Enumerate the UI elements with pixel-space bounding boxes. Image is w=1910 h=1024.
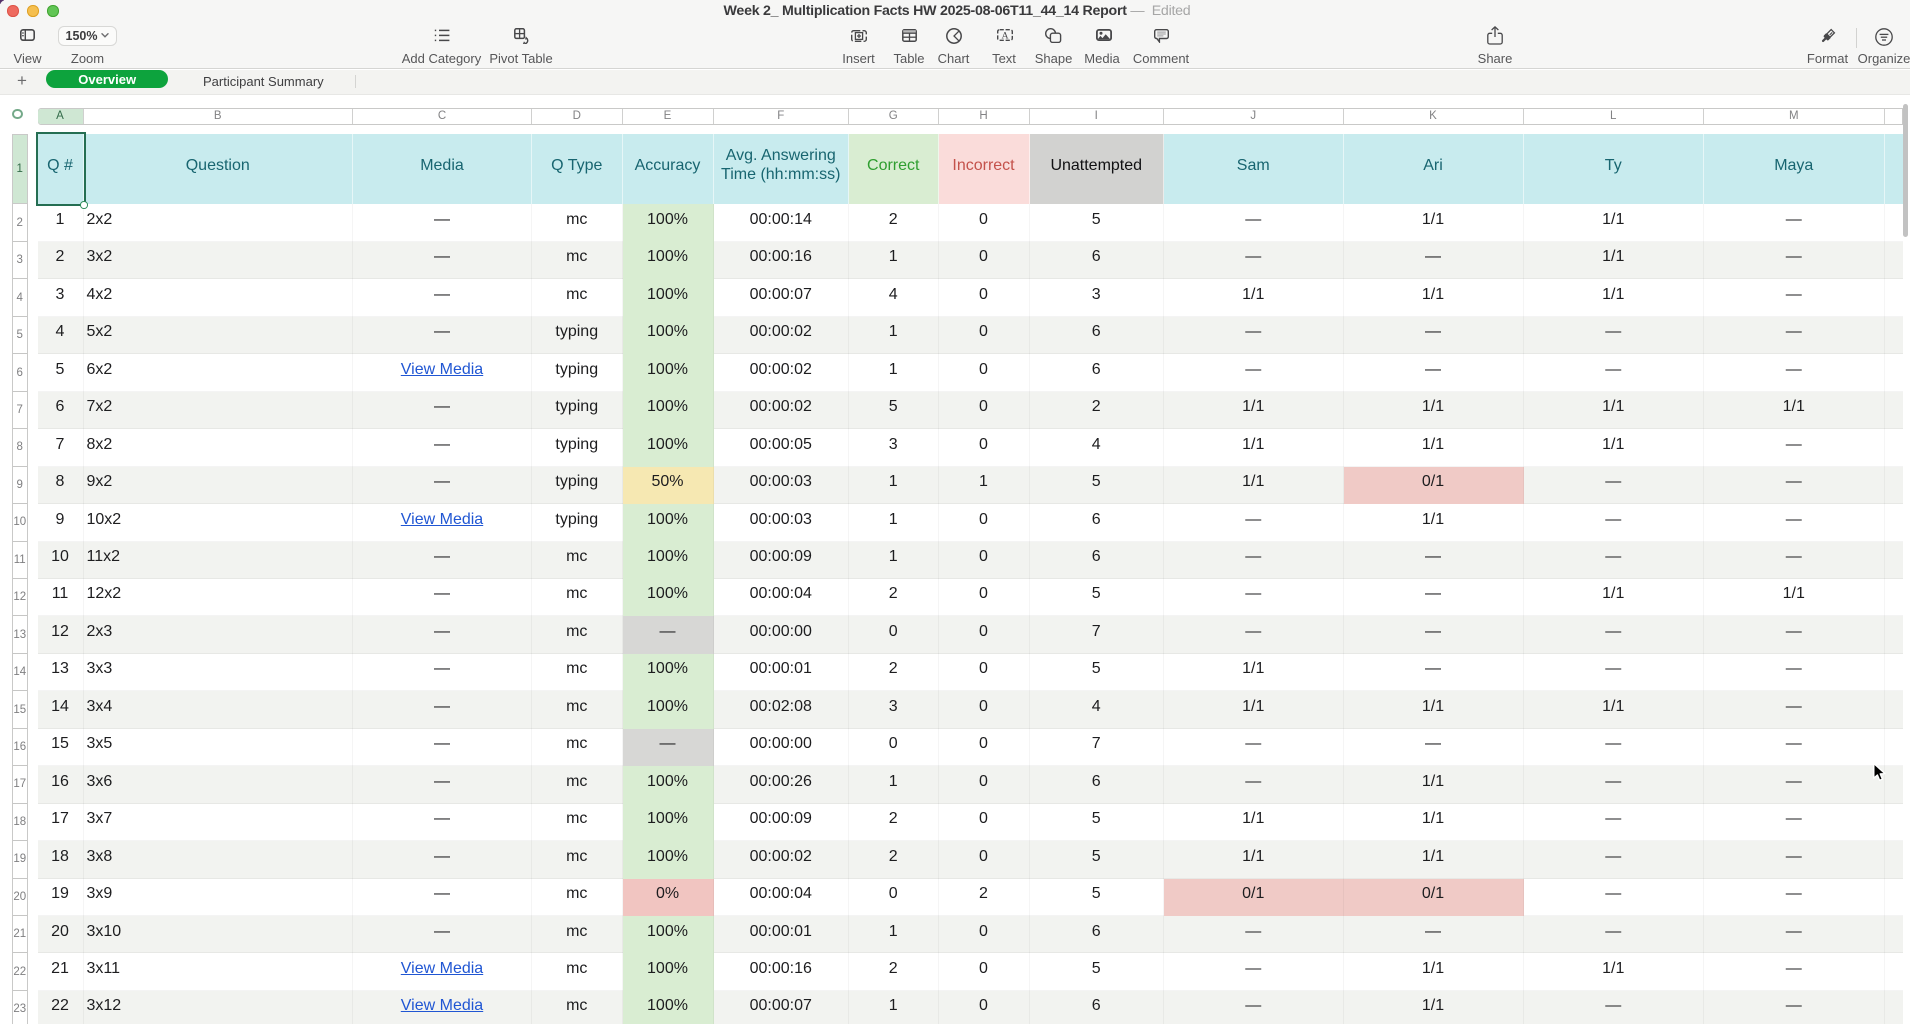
svg-text:A: A: [1001, 30, 1008, 41]
